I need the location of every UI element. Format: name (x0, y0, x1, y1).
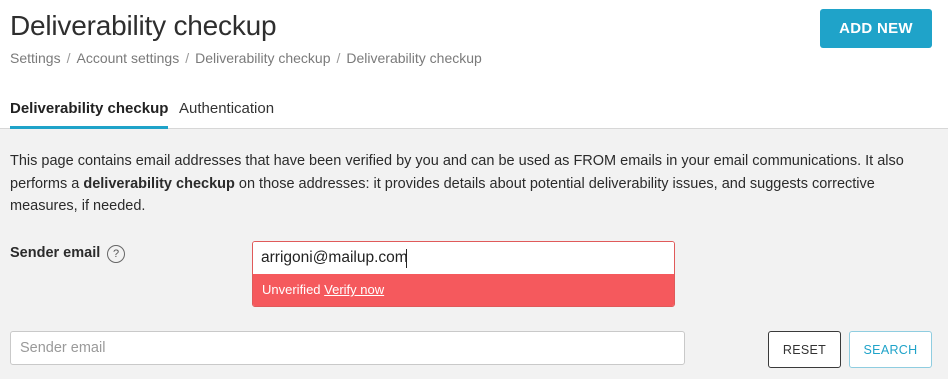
sender-email-field-group: Unverified Verify now (252, 241, 675, 307)
breadcrumb-separator: / (66, 50, 71, 66)
breadcrumb: Settings / Account settings / Deliverability… (10, 50, 482, 66)
text-caret (406, 249, 407, 268)
breadcrumb-item-deliverability[interactable]: Deliverability checkup (195, 50, 330, 66)
breadcrumb-item-account-settings[interactable]: Account settings (76, 50, 179, 66)
unverified-status-bar: Unverified Verify now (253, 274, 674, 306)
breadcrumb-separator: / (336, 50, 341, 66)
question-circle-icon[interactable]: ? (107, 245, 125, 263)
description-bold: deliverability checkup (83, 175, 235, 192)
breadcrumb-item-settings[interactable]: Settings (10, 50, 61, 66)
sender-email-label: Sender email (10, 245, 101, 261)
unverified-status-text: Unverified (262, 282, 321, 297)
sender-email-input[interactable] (253, 242, 674, 274)
breadcrumb-separator: / (185, 50, 190, 66)
page-title: Deliverability checkup (10, 10, 277, 41)
page-header: Deliverability checkup Settings / Account … (0, 0, 948, 129)
tab-bar: Deliverability checkup Authentication (0, 96, 948, 129)
page-description: This page contains email addresses that … (10, 150, 935, 218)
tab-authentication[interactable]: Authentication (179, 100, 274, 117)
verify-now-link[interactable]: Verify now (324, 282, 384, 297)
breadcrumb-item-current: Deliverability checkup (346, 50, 482, 66)
tab-deliverability-checkup[interactable]: Deliverability checkup (10, 100, 169, 129)
reset-button[interactable]: RESET (768, 331, 841, 368)
search-button[interactable]: SEARCH (849, 331, 932, 368)
sender-email-search-input[interactable] (10, 331, 685, 365)
add-new-button[interactable]: ADD NEW (820, 9, 932, 48)
